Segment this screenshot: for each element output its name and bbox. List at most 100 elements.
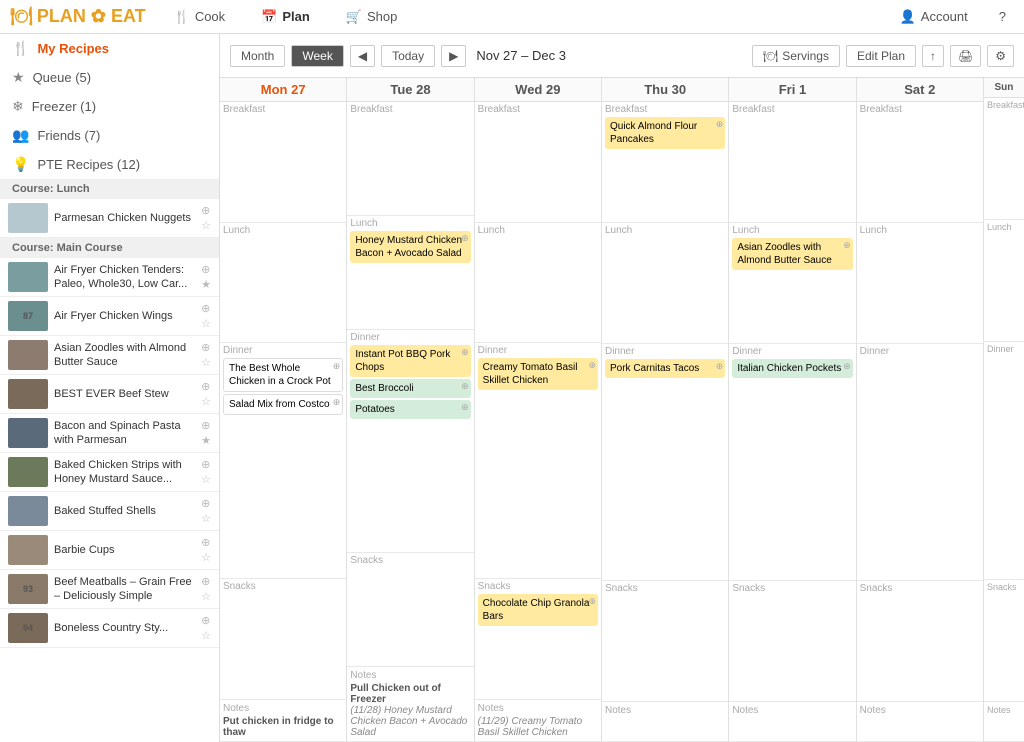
sidebar-item-freezer[interactable]: ❄ Freezer (1): [0, 92, 219, 121]
move-icon[interactable]: ⊕: [588, 360, 596, 372]
notes-section-sat: Notes: [857, 702, 983, 742]
snacks-label-fri: Snacks: [732, 583, 852, 594]
recipe-move-icon[interactable]: ⊕: [201, 263, 211, 276]
main-layout: 🍴 My Recipes ★ Queue (5) ❄ Freezer (1) 👥…: [0, 34, 1024, 742]
day-col-sat: Sat 2 Breakfast Lunch Dinner Snacks Note…: [857, 78, 984, 742]
pte-icon: 💡: [12, 156, 29, 173]
meal-card[interactable]: Salad Mix from Costco ⊕: [223, 394, 343, 415]
prev-button[interactable]: ◀: [350, 45, 375, 67]
month-button[interactable]: Month: [230, 45, 285, 67]
meal-card[interactable]: Pork Carnitas Tacos ⊕: [605, 359, 725, 378]
sidebar-item-pte[interactable]: 💡 PTE Recipes (12): [0, 150, 219, 179]
account-nav[interactable]: 👤 Account: [892, 0, 976, 34]
sidebar-my-recipes-label: My Recipes: [37, 41, 109, 56]
move-icon[interactable]: ⊕: [461, 233, 469, 245]
recipe-star-icon[interactable]: ★: [201, 278, 211, 291]
meal-card[interactable]: Potatoes ⊕: [350, 400, 470, 419]
recipe-item[interactable]: Barbie Cups ⊕ ☆: [0, 531, 219, 570]
meal-card[interactable]: Honey Mustard Chicken Bacon + Avocado Sa…: [350, 231, 470, 263]
recipe-thumb: [8, 340, 48, 370]
recipe-star-icon[interactable]: ☆: [201, 356, 211, 369]
recipe-item[interactable]: Bacon and Spinach Pasta with Parmesan ⊕ …: [0, 414, 219, 453]
meal-card[interactable]: Asian Zoodles with Almond Butter Sauce ⊕: [732, 238, 852, 270]
meal-card[interactable]: Chocolate Chip Granola Bars ⊕: [478, 594, 598, 626]
today-button[interactable]: Today: [381, 45, 435, 67]
edit-plan-button[interactable]: Edit Plan: [846, 45, 916, 67]
recipe-name: Boneless Country Sty...: [54, 621, 195, 635]
recipe-move-icon[interactable]: ⊕: [201, 380, 211, 393]
week-button[interactable]: Week: [291, 45, 343, 67]
snacks-section-fri: Snacks: [729, 581, 855, 702]
recipe-move-icon[interactable]: ⊕: [201, 458, 211, 471]
sidebar-friends-label: Friends (7): [37, 128, 100, 143]
print-button[interactable]: 🖨: [950, 45, 981, 67]
recipe-item[interactable]: 93 Beef Meatballs – Grain Free – Delicio…: [0, 570, 219, 609]
servings-button[interactable]: 🍽 Servings: [752, 45, 840, 67]
recipe-star-icon[interactable]: ☆: [201, 512, 211, 525]
day-col-thu: Thu 30 Breakfast Quick Almond Flour Panc…: [602, 78, 729, 742]
move-icon[interactable]: ⊕: [588, 596, 596, 608]
shop-nav[interactable]: 🛒 Shop: [338, 0, 406, 34]
breakfast-label-tue: Breakfast: [350, 104, 470, 115]
top-nav: 🍽 PLAN ✿ EAT 🍴 Cook 📅 Plan 🛒 Shop 👤 Acco…: [0, 0, 1024, 34]
recipe-move-icon[interactable]: ⊕: [201, 575, 211, 588]
recipe-move-icon[interactable]: ⊕: [201, 419, 211, 432]
recipe-move-icon[interactable]: ⊕: [201, 497, 211, 510]
recipe-star-icon[interactable]: ☆: [201, 219, 211, 232]
recipe-star-icon[interactable]: ☆: [201, 629, 211, 642]
meal-card[interactable]: Instant Pot BBQ Pork Chops ⊕: [350, 345, 470, 377]
meal-card[interactable]: The Best Whole Chicken in a Crock Pot ⊕: [223, 358, 343, 392]
notes-text-tue: Pull Chicken out of Freezer: [350, 683, 470, 705]
move-icon[interactable]: ⊕: [461, 381, 469, 393]
meal-card[interactable]: Creamy Tomato Basil Skillet Chicken ⊕: [478, 358, 598, 390]
recipe-item[interactable]: Parmesan Chicken Nuggets ⊕ ☆: [0, 199, 219, 238]
share-button[interactable]: ↑: [922, 45, 944, 67]
move-icon[interactable]: ⊕: [716, 361, 724, 373]
account-label: Account: [921, 9, 968, 24]
recipe-item[interactable]: Baked Stuffed Shells ⊕ ☆: [0, 492, 219, 531]
meal-card[interactable]: Italian Chicken Pockets ⊕: [732, 359, 852, 378]
recipe-star-icon[interactable]: ☆: [201, 590, 211, 603]
recipe-item[interactable]: Baked Chicken Strips with Honey Mustard …: [0, 453, 219, 492]
recipe-item[interactable]: Asian Zoodles with Almond Butter Sauce ⊕…: [0, 336, 219, 375]
logo: 🍽 PLAN ✿ EAT: [10, 6, 146, 27]
sidebar-item-friends[interactable]: 👥 Friends (7): [0, 121, 219, 150]
snacks-label-wed: Snacks: [478, 581, 598, 592]
snacks-section-tue: Snacks: [347, 553, 473, 667]
plan-nav[interactable]: 📅 Plan: [253, 0, 318, 34]
day-header-wed: Wed 29: [475, 78, 601, 102]
recipe-star-icon[interactable]: ★: [201, 434, 211, 447]
recipe-item[interactable]: Air Fryer Chicken Tenders: Paleo, Whole3…: [0, 258, 219, 297]
recipe-item[interactable]: 94 Boneless Country Sty... ⊕ ☆: [0, 609, 219, 648]
next-button[interactable]: ▶: [441, 45, 466, 67]
recipe-move-icon[interactable]: ⊕: [201, 204, 211, 217]
move-icon[interactable]: ⊕: [461, 402, 469, 414]
move-icon[interactable]: ⊕: [716, 119, 724, 131]
sidebar-item-my-recipes[interactable]: 🍴 My Recipes: [0, 34, 219, 63]
recipe-move-icon[interactable]: ⊕: [201, 302, 211, 315]
recipe-item[interactable]: BEST EVER Beef Stew ⊕ ☆: [0, 375, 219, 414]
meal-card[interactable]: Quick Almond Flour Pancakes ⊕: [605, 117, 725, 149]
recipe-star-icon[interactable]: ☆: [201, 395, 211, 408]
recipe-item[interactable]: 87 Air Fryer Chicken Wings ⊕ ☆: [0, 297, 219, 336]
recipe-star-icon[interactable]: ☆: [201, 317, 211, 330]
move-icon[interactable]: ⊕: [333, 397, 341, 409]
recipe-move-icon[interactable]: ⊕: [201, 614, 211, 627]
cook-nav[interactable]: 🍴 Cook: [166, 0, 234, 34]
move-icon[interactable]: ⊕: [333, 361, 341, 373]
settings-button[interactable]: ⚙: [987, 45, 1014, 67]
sidebar-item-queue[interactable]: ★ Queue (5): [0, 63, 219, 92]
notes-text-mon: Put chicken in fridge to thaw: [223, 716, 343, 738]
recipe-thumb: [8, 535, 48, 565]
recipe-star-icon[interactable]: ☆: [201, 551, 211, 564]
recipe-move-icon[interactable]: ⊕: [201, 341, 211, 354]
recipe-star-icon[interactable]: ☆: [201, 473, 211, 486]
move-icon[interactable]: ⊕: [843, 361, 851, 373]
move-icon[interactable]: ⊕: [843, 240, 851, 252]
recipe-move-icon[interactable]: ⊕: [201, 536, 211, 549]
notes-section-fri: Notes: [729, 702, 855, 742]
move-icon[interactable]: ⊕: [461, 347, 469, 359]
help-nav[interactable]: ?: [991, 0, 1014, 34]
dinner-section-mon: Dinner The Best Whole Chicken in a Crock…: [220, 343, 346, 579]
meal-card[interactable]: Best Broccoli ⊕: [350, 379, 470, 398]
